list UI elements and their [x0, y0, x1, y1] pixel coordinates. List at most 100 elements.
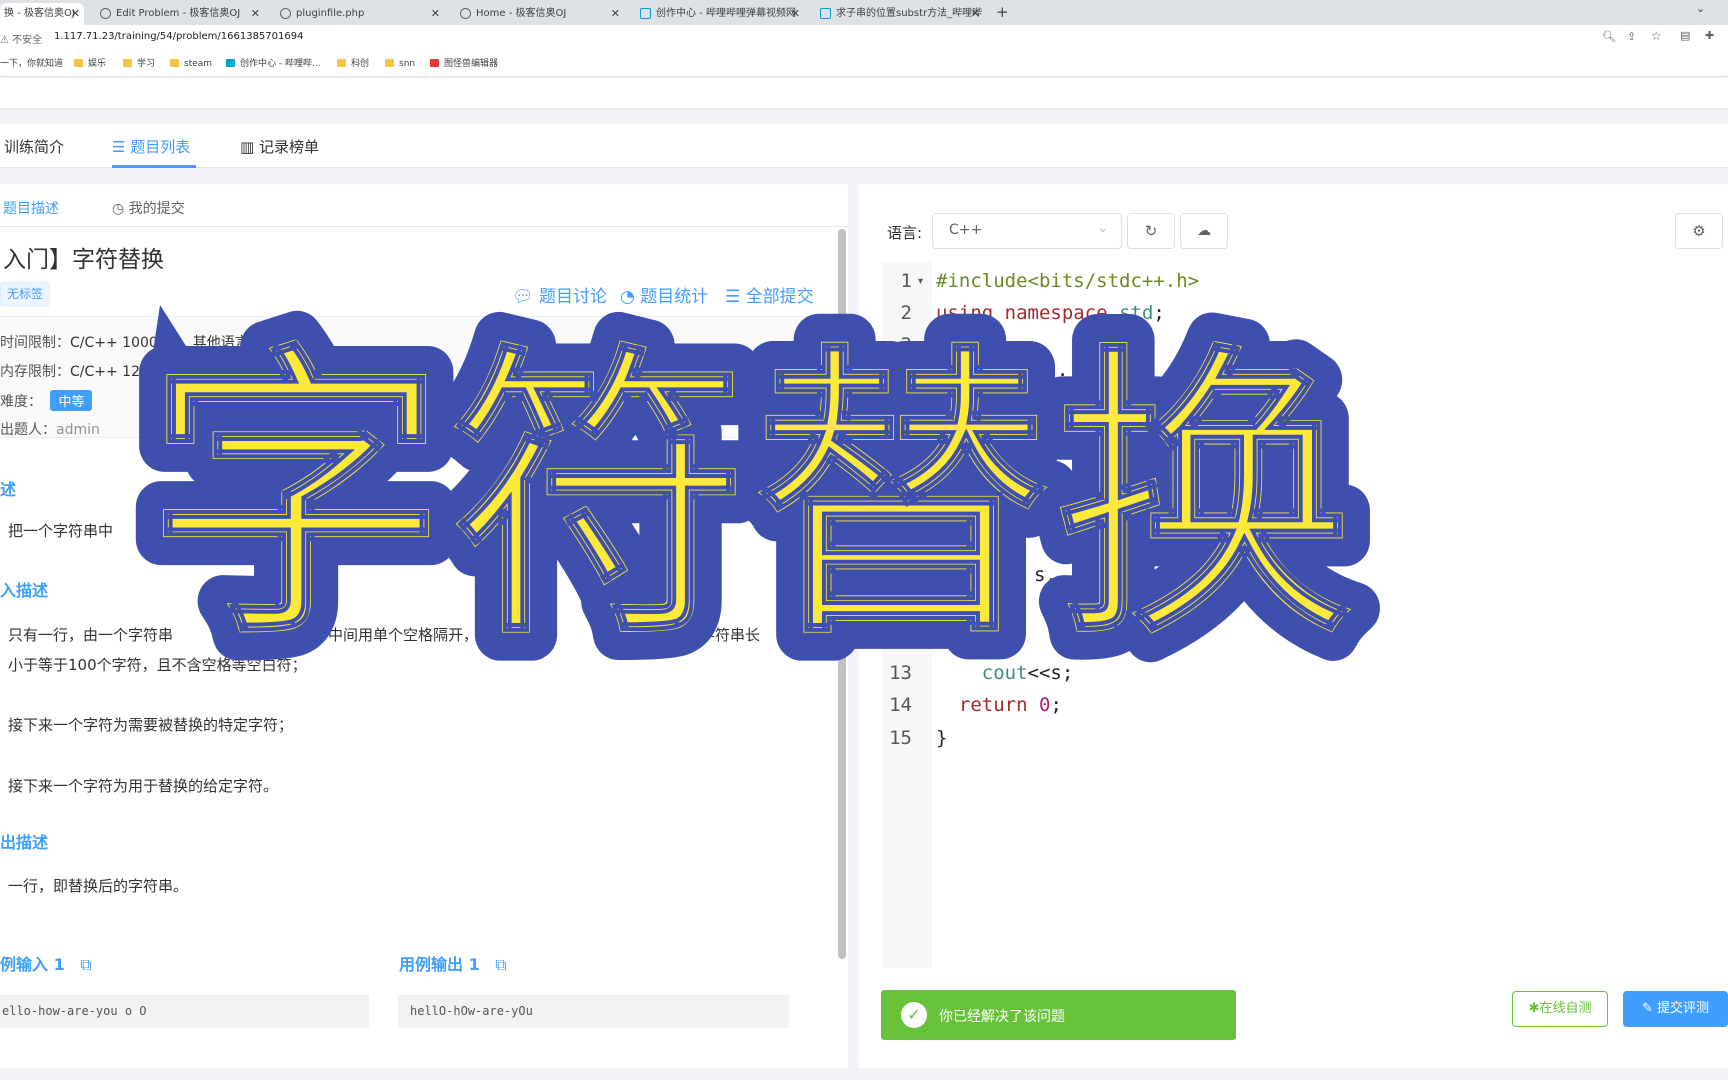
bookmark-item[interactable]: 科创	[337, 57, 369, 71]
bookmark-item[interactable]: 一下，你就知道	[0, 57, 63, 71]
difficulty-badge: 中等	[50, 390, 93, 411]
chevron-down-icon: ⌄	[1097, 220, 1109, 236]
new-tab-button[interactable]: +	[996, 3, 1009, 21]
browser-tab[interactable]: 求子串的位置substr方法_哔哩哔 ✕	[814, 3, 984, 25]
input-text: 接下来一个字符为用于替换的给定字符。	[8, 777, 279, 795]
copy-icon[interactable]: ⧉	[80, 955, 91, 974]
description-heading: 述	[0, 480, 17, 499]
check-icon: ✓	[901, 1002, 927, 1028]
author-row: 出题人：admin	[0, 422, 100, 438]
tuguaishou-icon	[430, 59, 439, 67]
refresh-icon: ↻	[1144, 222, 1158, 240]
code-fragment: ();	[1034, 366, 1069, 388]
bilibili-icon	[640, 8, 651, 19]
editor-settings-button[interactable]: ⚙	[1675, 213, 1723, 249]
code-line: using namespace std;	[936, 302, 1165, 324]
browser-tab[interactable]: pluginfile.php ✕	[274, 3, 444, 25]
tab-ranking[interactable]: ▥ 记录榜单	[240, 136, 319, 157]
top-navbar	[0, 78, 1728, 108]
link-label: 题目讨论	[539, 287, 607, 307]
tab-title: Home - 极客信奥OJ	[476, 8, 567, 19]
all-submissions-link[interactable]: ☰ 全部提交	[725, 282, 814, 307]
tab-label: 记录榜单	[258, 138, 319, 156]
code-fragment: s	[1050, 466, 1062, 488]
security-indicator[interactable]: ⚠ 不安全	[0, 31, 42, 46]
tab-problem-description[interactable]: 题目描述	[3, 198, 59, 218]
bookmark-item[interactable]: snn	[385, 57, 415, 71]
bookmark-item[interactable]: 创作中心 - 哔哩哔...	[226, 57, 321, 71]
security-label: 不安全	[12, 35, 43, 46]
language-select[interactable]: C++ ⌄	[932, 213, 1122, 249]
output-heading: 出描述	[0, 833, 49, 852]
close-icon[interactable]: ✕	[791, 3, 800, 25]
statistics-link[interactable]: ◔ 题目统计	[620, 282, 708, 307]
upload-code-button[interactable]: ☁	[1180, 213, 1228, 249]
globe-icon	[280, 8, 291, 19]
code-editor[interactable]: 1 ▾ 2 3 13 14 15 #include<bits/stdc++.h>…	[882, 262, 1728, 968]
browser-tab[interactable]: 换 - 极客信奥OJ ✕	[0, 3, 84, 25]
tab-training-intro[interactable]: 训练简介	[4, 136, 64, 157]
code-line: return 0;	[958, 694, 1062, 716]
line-number: 15	[889, 727, 912, 749]
line-number: 13	[889, 662, 912, 684]
bilibili-icon	[226, 59, 235, 67]
chevron-down-icon[interactable]: ⌄	[1696, 2, 1705, 15]
close-icon[interactable]: ✕	[71, 3, 80, 25]
star-icon[interactable]: ☆	[1651, 29, 1662, 43]
sample-output-box: hellO-hOw-are-yOu	[398, 995, 789, 1028]
fold-arrow-icon[interactable]: ▾	[918, 276, 923, 287]
scrollbar[interactable]	[838, 229, 846, 959]
list-icon: ☰	[725, 287, 741, 307]
submit-button[interactable]: ✎ 提交评测	[1623, 991, 1728, 1027]
reset-code-button[interactable]: ↻	[1127, 213, 1175, 249]
zoom-icon[interactable]: 🔍︎	[1602, 30, 1616, 43]
copy-icon[interactable]: ⧉	[495, 955, 506, 974]
warning-icon: ⚠	[0, 35, 9, 46]
online-test-button[interactable]: ✱在线自测	[1512, 991, 1608, 1027]
browser-tab[interactable]: Home - 极客信奥OJ ✕	[454, 3, 624, 25]
input-heading: 入描述	[0, 581, 49, 600]
share-icon[interactable]: ⇪	[1627, 30, 1636, 43]
chat-icon: 💬︎	[512, 287, 534, 307]
tab-my-submissions[interactable]: ◷ 我的提交	[112, 198, 185, 218]
sample-output-heading: 用例输出 1 ⧉	[399, 955, 507, 974]
code-line: #include<bits/stdc++.h>	[936, 270, 1200, 292]
output-text: 一行，即替换后的字符串。	[8, 877, 189, 895]
input-text: 接下来一个字符为需要被替换的特定字符；	[8, 716, 294, 734]
difficulty-row: 难度： 中等	[0, 390, 93, 411]
discussion-link[interactable]: 💬︎ 题目讨论	[512, 282, 607, 307]
folder-icon	[123, 59, 132, 67]
folder-icon	[170, 59, 179, 67]
list-icon: ☰	[112, 138, 126, 156]
bilibili-icon	[820, 8, 831, 19]
tab-problem-list[interactable]: ☰ 题目列表	[112, 136, 190, 157]
extensions-icon[interactable]: ✚	[1705, 29, 1714, 42]
line-number: 2	[900, 302, 912, 324]
folder-icon	[74, 59, 83, 67]
sample-input-heading: 例输入 1 ⧉	[0, 955, 92, 974]
browser-tab[interactable]: Edit Problem - 极客信奥OJ ✕	[94, 3, 264, 25]
input-text: 只有一行，由一个字符串	[8, 626, 174, 644]
close-icon[interactable]: ✕	[611, 3, 620, 25]
bookmark-item[interactable]: 图怪兽编辑器	[430, 57, 498, 71]
description-text: 把一个字符串中	[8, 522, 114, 540]
line-number: 1	[900, 270, 912, 292]
close-icon[interactable]: ✕	[251, 3, 260, 25]
language-label: 语言:	[887, 224, 923, 242]
solved-text: 你已经解决了该问题	[939, 1009, 1065, 1025]
url-field[interactable]: 1.117.71.23/training/54/problem/16613857…	[54, 31, 303, 42]
input-text: 字符串长	[700, 626, 761, 644]
language-value: C++	[949, 222, 983, 238]
clock-icon: ◷	[112, 201, 125, 217]
close-icon[interactable]: ✕	[971, 3, 980, 25]
bookmark-item[interactable]: 学习	[123, 57, 155, 71]
globe-icon	[460, 8, 471, 19]
tag-badge[interactable]: 无标签	[0, 282, 51, 306]
bookmark-item[interactable]: steam	[170, 57, 212, 71]
close-icon[interactable]: ✕	[431, 3, 440, 25]
line-number: 3	[900, 334, 912, 356]
browser-tab[interactable]: 创作中心 - 哔哩哔哩弹幕视频网 ✕	[634, 3, 804, 25]
divider	[0, 226, 848, 227]
reading-list-icon[interactable]: ▤	[1680, 29, 1690, 42]
bookmark-item[interactable]: 娱乐	[74, 57, 106, 71]
